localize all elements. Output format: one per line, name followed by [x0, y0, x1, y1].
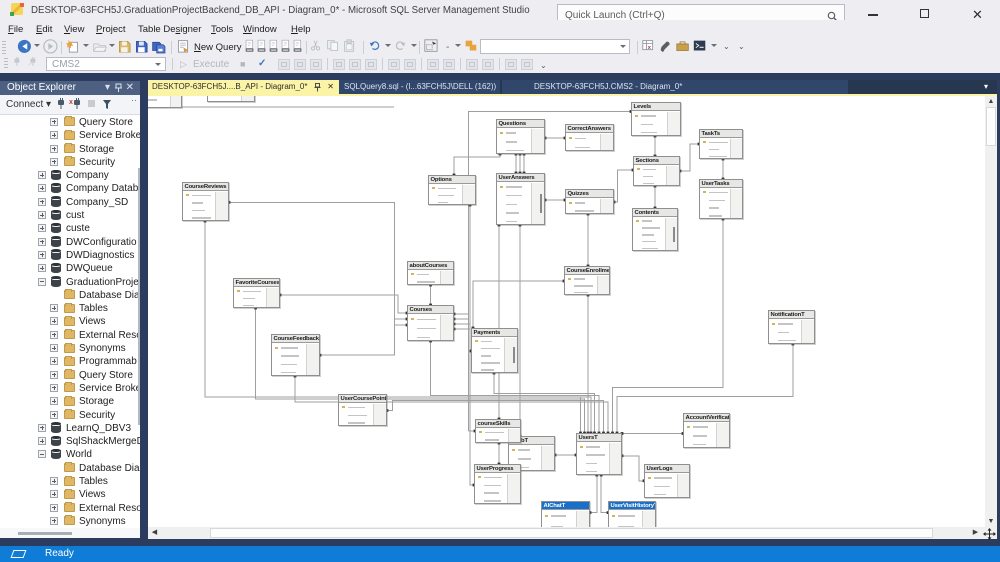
svg-text:x: x: [69, 99, 73, 106]
